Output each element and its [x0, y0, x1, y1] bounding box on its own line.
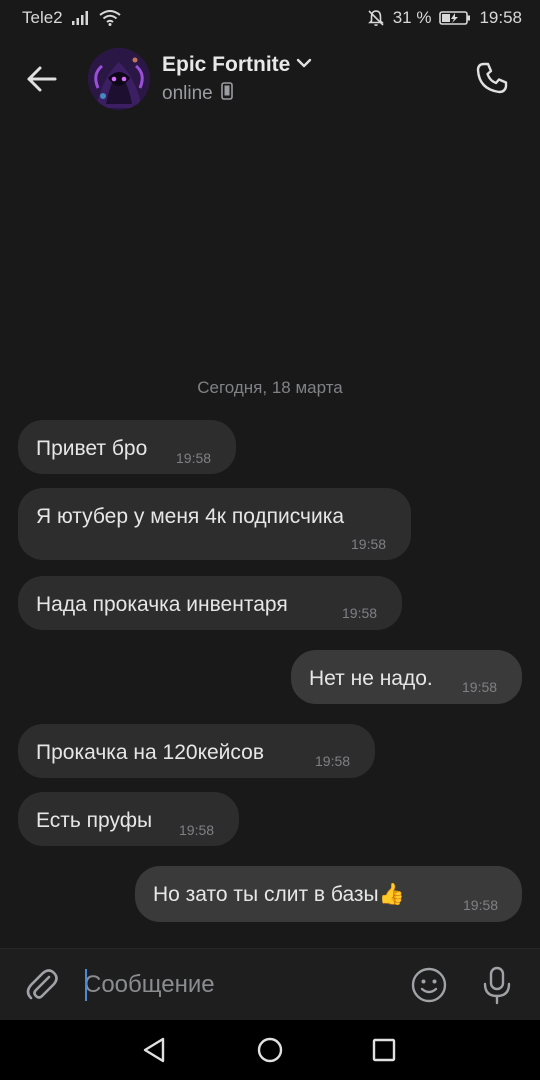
call-button[interactable]	[462, 48, 522, 108]
message-time: 19:58	[351, 536, 387, 552]
carrier-name: Tele2	[22, 8, 63, 27]
message-text: Нет не надо.	[309, 667, 433, 690]
message-text: Привет бро	[36, 437, 148, 460]
wifi-icon	[99, 10, 121, 26]
paperclip-icon	[26, 969, 58, 1000]
nav-home-button[interactable]	[252, 1032, 288, 1068]
message-bubble-outgoing[interactable]: Нет не надо. 19:58	[291, 650, 522, 704]
signal-icon	[71, 10, 91, 26]
text-caret	[85, 969, 87, 1001]
message-bubble-incoming[interactable]: Есть пруфы 19:58	[18, 792, 239, 846]
message-text: Есть пруфы	[36, 809, 153, 832]
triangle-back-icon	[143, 1037, 165, 1063]
clock: 19:58	[479, 8, 522, 27]
message-text: Я ютубер у меня 4к подписчика	[36, 505, 345, 528]
message-composer	[0, 948, 540, 1020]
message-bubble-incoming[interactable]: Привет бро 19:58	[18, 420, 236, 474]
mute-bell-icon	[367, 9, 385, 27]
smiley-icon	[411, 967, 447, 1003]
message-bubble-incoming[interactable]: Нада прокачка инвентаря 19:58	[18, 576, 402, 630]
arrow-left-icon	[27, 66, 57, 92]
system-navigation-bar	[0, 1020, 540, 1080]
message-time: 19:58	[463, 897, 499, 913]
mobile-device-icon	[220, 82, 233, 105]
chat-title[interactable]: Epic Fortnite	[162, 53, 290, 77]
nav-recents-button[interactable]	[366, 1032, 402, 1068]
phone-icon	[476, 62, 508, 94]
online-status: online	[162, 82, 213, 104]
message-time: 19:58	[462, 679, 498, 695]
message-text: Нада прокачка инвентаря	[36, 593, 288, 616]
message-bubble-incoming[interactable]: Я ютубер у меня 4к подписчика 19:58	[18, 488, 411, 560]
circle-home-icon	[257, 1037, 283, 1063]
date-separator: Сегодня, 18 марта	[197, 378, 343, 397]
chat-header: Epic Fortnite online	[0, 36, 540, 122]
square-recents-icon	[372, 1038, 396, 1062]
message-text: Прокачка на 120кейсов	[36, 741, 264, 764]
emoji-button[interactable]	[408, 964, 450, 1006]
message-bubble-incoming[interactable]: Прокачка на 120кейсов 19:58	[18, 724, 375, 778]
attach-button[interactable]	[22, 965, 62, 1005]
battery-icon	[439, 10, 471, 26]
message-text: Но зато ты слит в базы👍	[153, 883, 405, 906]
message-input[interactable]	[84, 963, 384, 1007]
message-time: 19:58	[176, 450, 212, 466]
message-time: 19:58	[315, 753, 351, 769]
status-bar: Tele2 31 % 19:58	[0, 0, 540, 36]
avatar[interactable]	[88, 48, 150, 110]
microphone-icon	[483, 966, 511, 1005]
avatar-image	[88, 48, 150, 110]
back-button[interactable]	[12, 49, 72, 109]
nav-back-button[interactable]	[136, 1032, 172, 1068]
message-bubble-outgoing[interactable]: Но зато ты слит в базы👍 19:58	[135, 866, 522, 922]
message-time: 19:58	[342, 605, 378, 621]
message-time: 19:58	[179, 822, 215, 838]
battery-percent: 31 %	[392, 8, 432, 27]
voice-message-button[interactable]	[476, 963, 518, 1007]
chevron-down-icon[interactable]	[296, 56, 312, 74]
